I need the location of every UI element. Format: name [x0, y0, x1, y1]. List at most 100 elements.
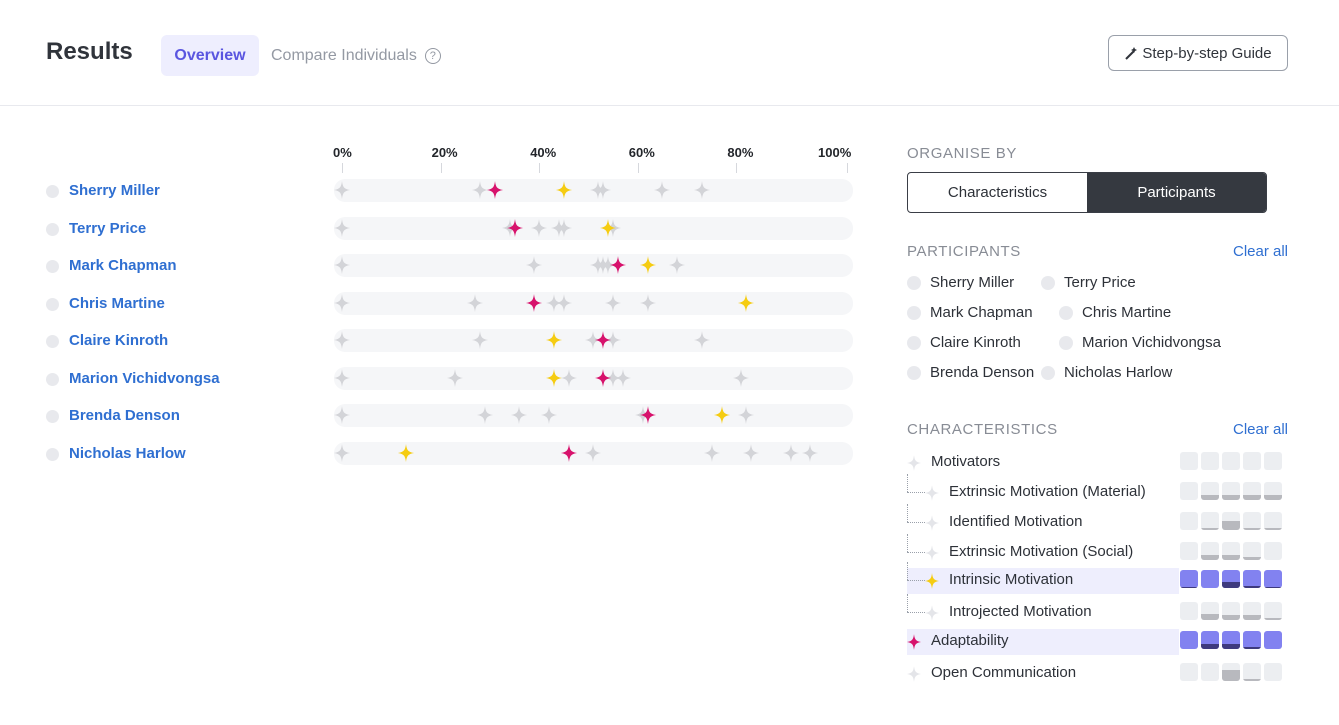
participant-filter-chip[interactable]: Sherry Miller [907, 274, 1014, 291]
clear-all-characteristics-link[interactable]: Clear all [1233, 421, 1288, 438]
distribution-fill [1222, 582, 1240, 588]
participant-radio[interactable] [907, 305, 921, 320]
tab-compare-individuals[interactable]: Compare Individuals ? [271, 35, 441, 76]
tree-connector [907, 552, 925, 553]
participant-filter-label: Terry Price [1064, 274, 1136, 291]
participant-filter-chip[interactable]: Nicholas Harlow [1041, 364, 1172, 381]
characteristic-label: Intrinsic Motivation [949, 571, 1074, 588]
participant-dot[interactable] [46, 185, 59, 198]
clear-all-participants-link[interactable]: Clear all [1233, 243, 1288, 260]
characteristic-row[interactable]: Identified Motivation [907, 504, 1287, 536]
characteristic-point [334, 331, 350, 349]
participant-dot[interactable] [46, 372, 59, 386]
characteristic-label: Identified Motivation [949, 513, 1083, 530]
participant-name-link[interactable]: Chris Martine [69, 295, 165, 312]
participant-radio[interactable] [907, 335, 921, 350]
distribution-box [1180, 482, 1198, 500]
participant-name-link[interactable]: Terry Price [69, 220, 146, 237]
characteristic-point [560, 368, 577, 387]
characteristic-row[interactable]: Adaptability [907, 629, 1282, 655]
characteristic-point [526, 256, 543, 274]
characteristic-label: Introjected Motivation [949, 603, 1092, 620]
participant-filter-chip[interactable]: Claire Kinroth [907, 334, 1021, 351]
participant-filter-chip[interactable]: Terry Price [1041, 274, 1136, 291]
participant-radio[interactable] [1041, 365, 1055, 380]
guide-button-label: Step-by-step Guide [1142, 44, 1272, 62]
participant-name-link[interactable]: Mark Chapman [69, 257, 177, 274]
participant-dot[interactable] [46, 297, 59, 311]
characteristic-point [605, 293, 622, 312]
characteristic-point [693, 181, 710, 199]
characteristic-point [531, 218, 548, 237]
distribution-boxes [1180, 542, 1282, 560]
adaptability-point [639, 406, 656, 424]
characteristics-title: CHARACTERISTICS [907, 421, 1058, 438]
participant-radio[interactable] [1041, 275, 1055, 290]
participant-name-link[interactable]: Brenda Denson [69, 407, 180, 424]
characteristic-point [693, 331, 710, 349]
distribution-fill [1201, 495, 1219, 500]
help-icon[interactable]: ? [424, 47, 441, 64]
star-icon [925, 485, 939, 501]
participant-name-link[interactable]: Sherry Miller [69, 182, 160, 199]
participant-radio[interactable] [907, 275, 921, 290]
distribution-box [1201, 570, 1219, 588]
characteristic-row[interactable]: Intrinsic Motivation [907, 562, 1282, 594]
participant-filter-chip[interactable]: Brenda Denson [907, 364, 1034, 381]
distribution-fill [1243, 615, 1261, 620]
participant-dot[interactable] [46, 222, 59, 236]
characteristic-point [743, 443, 760, 462]
step-by-step-guide-button[interactable]: Step-by-step Guide [1108, 35, 1288, 71]
distribution-fill [1222, 495, 1240, 500]
distribution-box [1180, 663, 1198, 681]
participant-filter-chip[interactable]: Marion Vichidvongsa [1059, 334, 1221, 351]
characteristic-point [334, 406, 350, 424]
participant-radio[interactable] [907, 365, 921, 380]
organise-participants-option[interactable]: Participants [1087, 173, 1266, 212]
participant-name-link[interactable]: Nicholas Harlow [69, 445, 186, 462]
chart-row: Claire Kinroth [0, 329, 900, 353]
distribution-box [1180, 570, 1198, 588]
tab-overview[interactable]: Overview [161, 35, 259, 76]
tree-line [907, 474, 908, 492]
participant-dot[interactable] [46, 410, 59, 423]
participant-radio[interactable] [1059, 305, 1073, 320]
participant-filter-chip[interactable]: Chris Martine [1059, 304, 1171, 321]
participant-filter-label: Nicholas Harlow [1064, 364, 1173, 381]
characteristic-row[interactable]: Extrinsic Motivation (Social) [907, 534, 1287, 566]
distribution-box [1180, 512, 1198, 530]
characteristic-point [595, 181, 612, 199]
participant-dot[interactable] [46, 335, 59, 348]
distribution-box [1264, 542, 1282, 560]
characteristic-point [555, 218, 572, 237]
tree-line [907, 504, 908, 522]
characteristic-row[interactable]: Introjected Motivation [907, 594, 1287, 626]
characteristic-point [467, 293, 484, 312]
characteristic-row[interactable]: Open Communication [907, 661, 1287, 687]
distribution-fill [1222, 670, 1240, 681]
participant-filter-chip[interactable]: Mark Chapman [907, 304, 1033, 321]
distribution-boxes [1180, 570, 1282, 588]
characteristic-point [476, 406, 493, 424]
tree-line [907, 562, 908, 580]
distribution-fill [1222, 521, 1240, 530]
participant-name-link[interactable]: Claire Kinroth [69, 332, 168, 349]
participant-filter-label: Marion Vichidvongsa [1082, 334, 1221, 351]
adaptability-point [560, 443, 577, 462]
distribution-box [1243, 602, 1261, 620]
distribution-box [1201, 602, 1219, 620]
participant-radio[interactable] [1059, 335, 1073, 350]
characteristic-point [669, 256, 686, 274]
participant-dot[interactable] [46, 260, 59, 273]
organise-characteristics-option[interactable]: Characteristics [908, 173, 1087, 212]
distribution-box [1243, 452, 1261, 470]
distribution-box [1222, 602, 1240, 620]
participant-name-link[interactable]: Marion Vichidvongsa [69, 370, 220, 387]
characteristic-row[interactable]: Extrinsic Motivation (Material) [907, 474, 1287, 506]
chart-row: Marion Vichidvongsa [0, 366, 900, 391]
distribution-fill [1180, 587, 1198, 588]
participant-dot[interactable] [46, 447, 59, 461]
participant-filter-label: Claire Kinroth [930, 334, 1021, 351]
characteristic-row[interactable]: Motivators [907, 450, 1287, 476]
distribution-fill [1264, 528, 1282, 530]
